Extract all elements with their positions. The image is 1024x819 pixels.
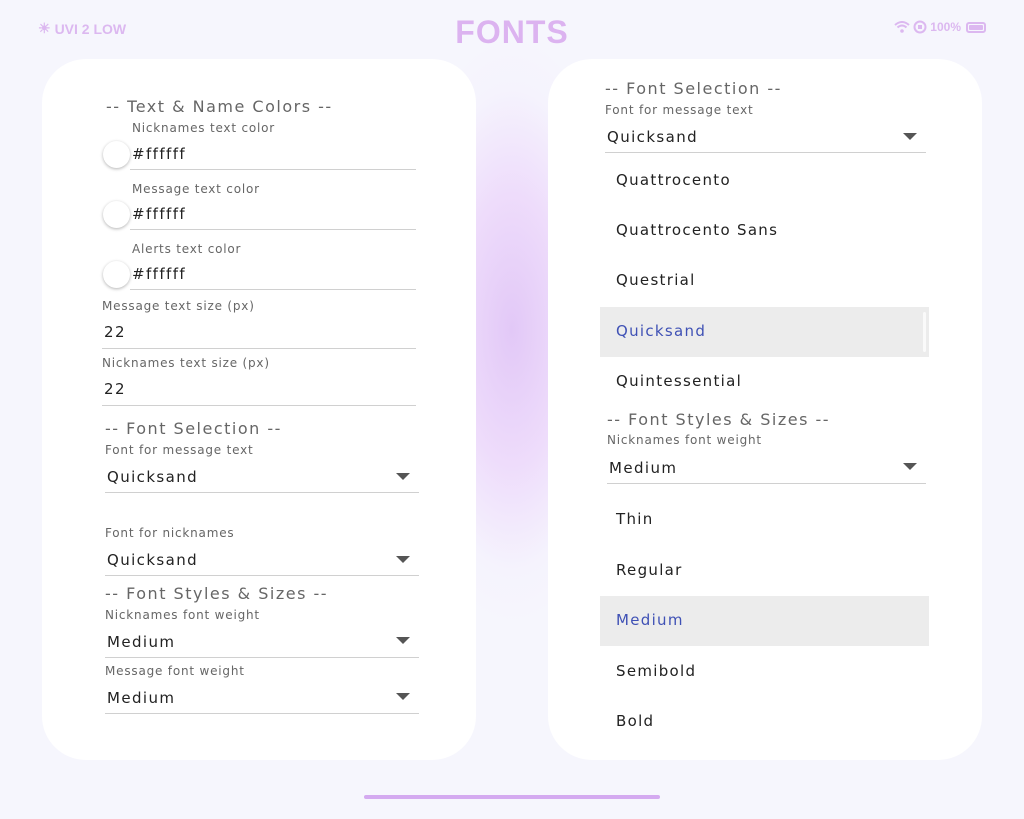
nickname-weight-underline xyxy=(105,657,419,658)
message-font-underline xyxy=(105,492,419,493)
font-option-label: Quicksand xyxy=(616,322,707,340)
nickname-font-underline xyxy=(105,575,419,576)
nickname-weight-underline xyxy=(607,483,926,484)
alerts-color-toggle[interactable] xyxy=(103,261,130,288)
font-option[interactable]: Quintessential xyxy=(600,357,929,407)
message-font-label: Font for message text xyxy=(105,443,254,457)
weight-option[interactable]: Regular xyxy=(600,546,929,596)
chevron-down-icon xyxy=(903,133,917,140)
message-weight-underline xyxy=(105,713,419,714)
weight-option[interactable]: Thin xyxy=(600,495,929,545)
wifi-icon xyxy=(894,21,910,33)
nickname-size-input[interactable]: 22 xyxy=(104,380,126,398)
weight-option[interactable]: Semibold xyxy=(600,647,929,697)
weight-option-label: Semibold xyxy=(616,662,697,680)
nickname-weight-select-open[interactable]: Medium xyxy=(607,454,926,484)
section-header-font-styles: -- Font Styles & Sizes -- xyxy=(607,410,831,429)
font-option-label: Questrial xyxy=(616,271,696,289)
nickname-weight-select[interactable]: Medium xyxy=(105,628,419,658)
nickname-size-label: Nicknames text size (px) xyxy=(102,356,270,370)
settings-panel-left: -- Text & Name Colors -- Nicknames text … xyxy=(42,59,476,760)
message-weight-select[interactable]: Medium xyxy=(105,684,419,714)
section-header-font-selection: -- Font Selection -- xyxy=(605,79,782,98)
nickname-color-underline xyxy=(130,169,416,170)
font-option-label: Quattrocento xyxy=(616,171,731,189)
font-option[interactable]: Questrial xyxy=(600,256,929,306)
chevron-down-icon xyxy=(396,556,410,563)
font-option-label: Quintessential xyxy=(616,372,743,390)
message-font-select-open[interactable]: Quicksand xyxy=(605,123,926,153)
weight-option-label: Regular xyxy=(616,561,683,579)
home-indicator[interactable] xyxy=(364,795,660,799)
nickname-weight-value: Medium xyxy=(107,633,176,651)
font-option[interactable]: Quattrocento xyxy=(600,156,929,206)
section-header-font-selection: -- Font Selection -- xyxy=(105,419,282,438)
alerts-color-input[interactable]: #ffffff xyxy=(132,265,186,283)
chevron-down-icon xyxy=(396,473,410,480)
message-size-underline xyxy=(102,348,416,349)
orientation-lock-icon xyxy=(913,20,927,34)
section-header-colors: -- Text & Name Colors -- xyxy=(106,97,333,116)
alerts-color-underline xyxy=(130,289,416,290)
nickname-font-label: Font for nicknames xyxy=(105,526,235,540)
message-font-label: Font for message text xyxy=(605,103,754,117)
device-status: 100% xyxy=(894,20,986,34)
settings-panel-right: -- Font Selection -- Font for message te… xyxy=(548,59,982,760)
message-color-underline xyxy=(130,229,416,230)
message-color-input[interactable]: #ffffff xyxy=(132,205,186,223)
nickname-weight-label: Nicknames font weight xyxy=(607,433,762,447)
message-color-toggle[interactable] xyxy=(103,201,130,228)
page-title: FONTS xyxy=(455,14,569,50)
nickname-weight-label: Nicknames font weight xyxy=(105,608,260,622)
font-option-selected[interactable]: Quicksand xyxy=(600,307,929,357)
chevron-down-icon xyxy=(396,693,410,700)
battery-icon xyxy=(966,21,986,33)
battery-percent: 100% xyxy=(930,20,961,34)
message-font-select[interactable]: Quicksand xyxy=(105,463,419,493)
scrollbar-thumb[interactable] xyxy=(923,312,926,352)
chevron-down-icon xyxy=(903,463,917,470)
weight-option[interactable]: Bold xyxy=(600,697,929,747)
message-color-label: Message text color xyxy=(132,182,260,196)
nickname-color-toggle[interactable] xyxy=(103,141,130,168)
nickname-size-underline xyxy=(102,405,416,406)
message-font-value: Quicksand xyxy=(607,128,699,146)
section-header-font-styles: -- Font Styles & Sizes -- xyxy=(105,584,329,603)
nickname-font-select[interactable]: Quicksand xyxy=(105,546,419,576)
weight-option-label: Medium xyxy=(616,611,684,629)
message-size-input[interactable]: 22 xyxy=(104,323,126,341)
alerts-color-label: Alerts text color xyxy=(132,242,242,256)
nickname-weight-value: Medium xyxy=(609,459,678,477)
weight-option-selected[interactable]: Medium xyxy=(600,596,929,646)
message-size-label: Message text size (px) xyxy=(102,299,255,313)
font-option[interactable]: Quattrocento Sans xyxy=(600,206,929,256)
nickname-color-label: Nicknames text color xyxy=(132,121,276,135)
message-weight-label: Message font weight xyxy=(105,664,245,678)
message-font-value: Quicksand xyxy=(107,468,199,486)
weight-option-label: Bold xyxy=(616,712,655,730)
font-option-label: Quattrocento Sans xyxy=(616,221,779,239)
message-weight-value: Medium xyxy=(107,689,176,707)
weight-option-label: Thin xyxy=(616,510,654,528)
chevron-down-icon xyxy=(396,637,410,644)
message-font-underline xyxy=(605,152,926,153)
nickname-font-value: Quicksand xyxy=(107,551,199,569)
nickname-color-input[interactable]: #ffffff xyxy=(132,145,186,163)
